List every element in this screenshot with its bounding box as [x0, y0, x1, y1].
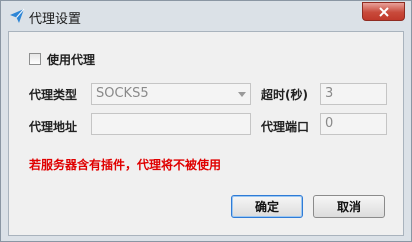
timeout-value: 3: [325, 86, 334, 101]
window-title: 代理设置: [29, 12, 82, 27]
plugin-warning-text: 若服务器含有插件，代理将不被使用: [29, 158, 222, 172]
close-button[interactable]: [362, 2, 405, 21]
proxy-type-label: 代理类型: [29, 88, 78, 102]
proxy-type-value: SOCKS5: [96, 86, 149, 101]
close-icon: [378, 6, 389, 17]
proxy-address-label: 代理地址: [29, 120, 78, 134]
title-bar: 代理设置: [1, 1, 411, 31]
timeout-input[interactable]: 3: [320, 83, 387, 105]
proxy-port-label: 代理端口: [261, 120, 310, 134]
paper-plane-icon: [10, 8, 25, 23]
dialog-body: 使用代理 代理类型 SOCKS5 超时(秒) 3 代理地址 代理端口 0 若服务…: [8, 31, 404, 236]
chevron-down-icon: [238, 92, 246, 97]
use-proxy-checkbox[interactable]: [29, 53, 41, 65]
cancel-button[interactable]: 取消: [313, 195, 385, 218]
use-proxy-label: 使用代理: [47, 53, 96, 67]
timeout-label: 超时(秒): [261, 88, 308, 102]
proxy-type-dropdown[interactable]: SOCKS5: [91, 83, 251, 105]
proxy-port-value: 0: [325, 116, 334, 131]
ok-button[interactable]: 确定: [231, 195, 303, 218]
proxy-port-input[interactable]: 0: [320, 113, 387, 135]
proxy-settings-dialog: 代理设置 使用代理 代理类型 SOCKS5 超时(秒) 3 代理地址 代理端口 …: [0, 0, 412, 242]
proxy-address-input[interactable]: [91, 113, 251, 135]
